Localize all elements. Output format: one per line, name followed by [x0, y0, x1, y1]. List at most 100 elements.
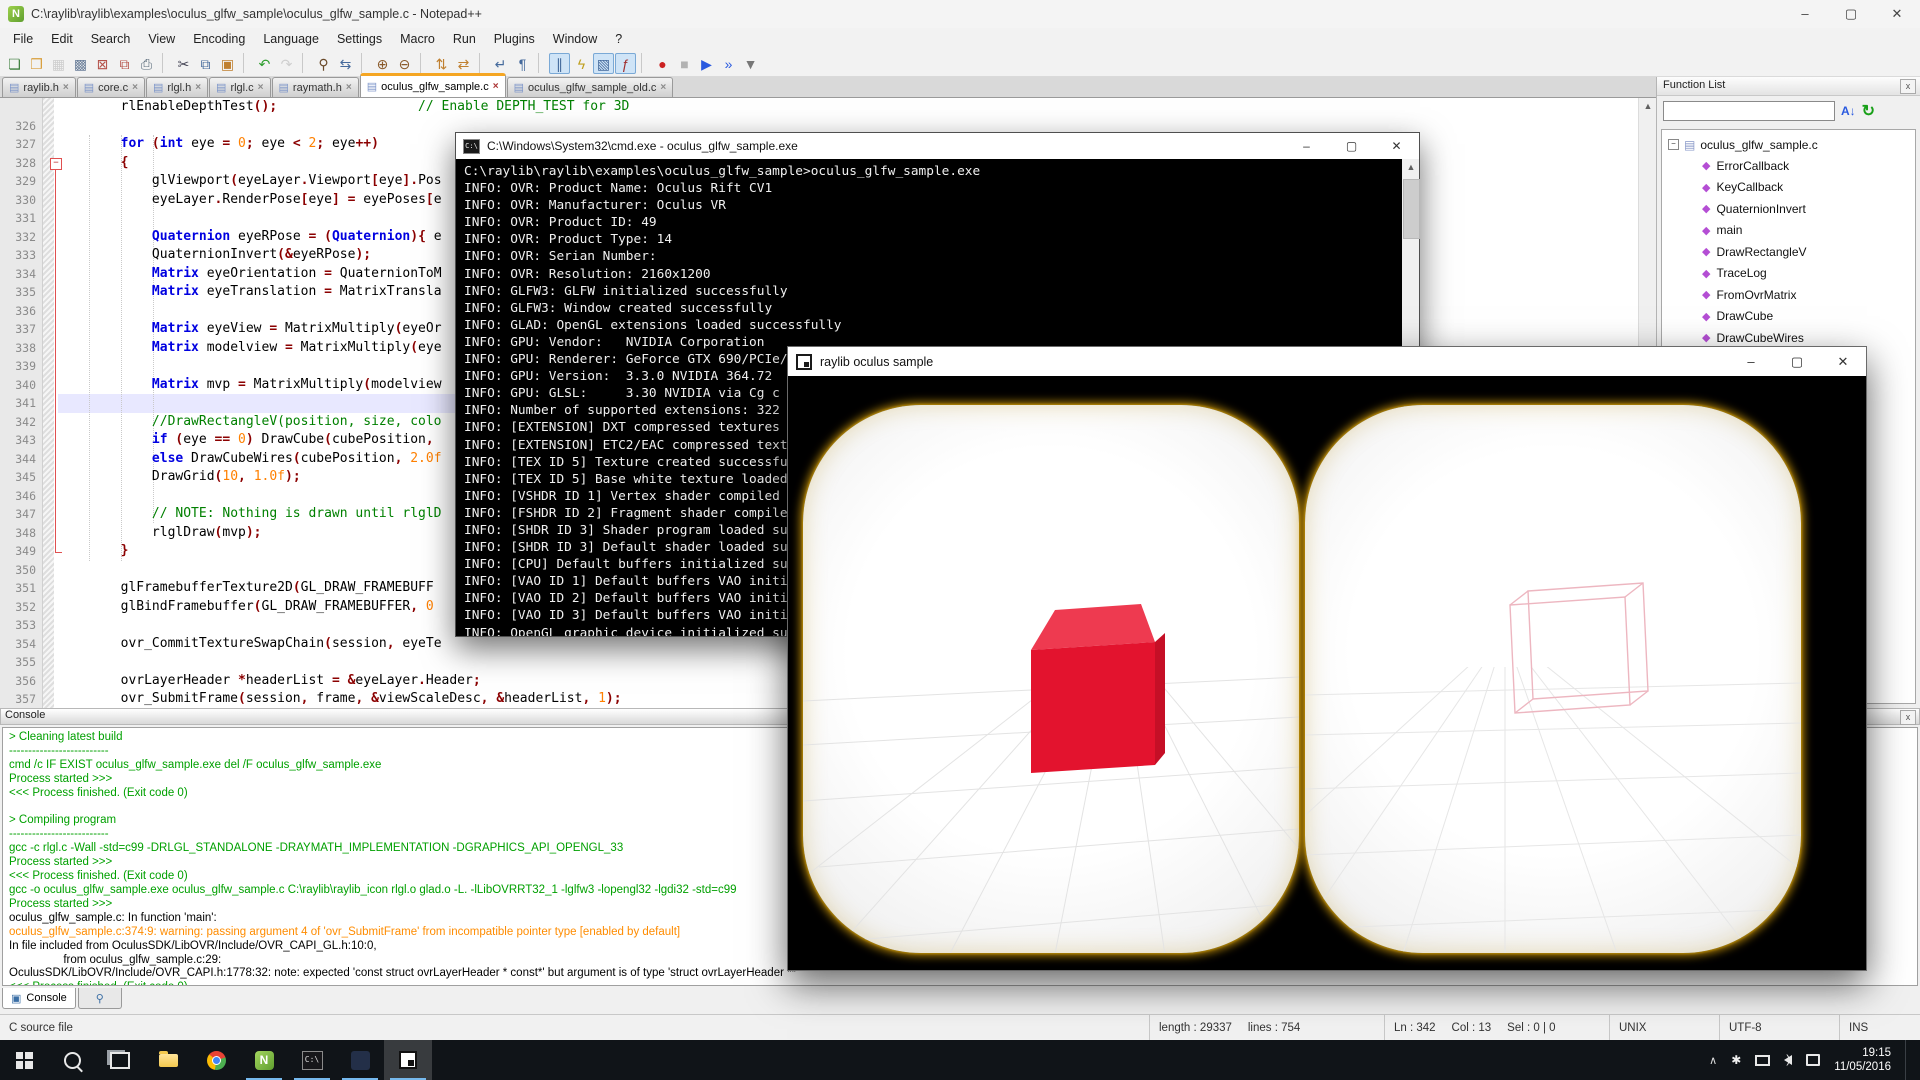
- taskbar-chrome[interactable]: [192, 1040, 240, 1080]
- close-all-button[interactable]: ⧉: [114, 53, 135, 74]
- console-secondary-tab[interactable]: ⚲: [78, 988, 122, 1009]
- word-wrap-button[interactable]: ↵: [490, 53, 511, 74]
- function-item-KeyCallback[interactable]: ◆ KeyCallback: [1662, 177, 1915, 199]
- function-item-DrawRectangleV[interactable]: ◆ DrawRectangleV: [1662, 241, 1915, 263]
- macro-stop-button[interactable]: ■: [674, 53, 695, 74]
- menu-item-view[interactable]: View: [139, 28, 184, 50]
- macro-record-button[interactable]: ●: [652, 53, 673, 74]
- tab-close-icon[interactable]: ×: [132, 82, 138, 93]
- refresh-icon[interactable]: ↻: [1862, 101, 1875, 121]
- tray-pen-icon[interactable]: ✱: [1731, 1053, 1741, 1067]
- function-item-ErrorCallback[interactable]: ◆ ErrorCallback: [1662, 155, 1915, 177]
- menu-item-edit[interactable]: Edit: [42, 28, 82, 50]
- cmd-maximize-icon[interactable]: ▢: [1329, 133, 1374, 159]
- menu-item-run[interactable]: Run: [444, 28, 485, 50]
- menu-item-settings[interactable]: Settings: [328, 28, 391, 50]
- zoom-in-button[interactable]: ⊕: [372, 53, 393, 74]
- taskbar-clock[interactable]: 19:15 11/05/2016: [1834, 1046, 1891, 1074]
- menu-item-encoding[interactable]: Encoding: [184, 28, 254, 50]
- document-map-button[interactable]: ▧: [593, 53, 614, 74]
- menu-item-window[interactable]: Window: [544, 28, 606, 50]
- function-list-toggle-button[interactable]: ƒ: [615, 53, 636, 74]
- network-icon[interactable]: [1755, 1055, 1770, 1066]
- raylib-close-icon[interactable]: ✕: [1820, 347, 1866, 376]
- open-file-button[interactable]: ❒: [26, 53, 47, 74]
- taskbar-dark-app[interactable]: [336, 1040, 384, 1080]
- console-close-icon[interactable]: x: [1900, 710, 1916, 725]
- copy-button[interactable]: ⧉: [195, 53, 216, 74]
- function-tree-root[interactable]: − ▤ oculus_glfw_sample.c: [1662, 134, 1915, 155]
- menu-item-search[interactable]: Search: [82, 28, 140, 50]
- raylib-maximize-icon[interactable]: ▢: [1774, 347, 1820, 376]
- taskbar-search[interactable]: [48, 1040, 96, 1080]
- zoom-out-button[interactable]: ⊖: [394, 53, 415, 74]
- function-completion-button[interactable]: ϟ: [571, 53, 592, 74]
- tray-expand-icon[interactable]: ∧: [1709, 1054, 1717, 1067]
- close-button[interactable]: ⊠: [92, 53, 113, 74]
- tab-close-icon[interactable]: ×: [258, 82, 264, 93]
- function-item-main[interactable]: ◆ main: [1662, 220, 1915, 242]
- taskbar-start[interactable]: [0, 1040, 48, 1080]
- sync-scroll-v-button[interactable]: ⇅: [431, 53, 452, 74]
- tab-close-icon[interactable]: ×: [660, 82, 666, 93]
- macro-run-multiple-button[interactable]: »: [718, 53, 739, 74]
- tab-oculus_glfw_sample.c[interactable]: ▤ oculus_glfw_sample.c ×: [360, 73, 506, 97]
- console-tab[interactable]: ▣ Console: [2, 988, 76, 1009]
- function-item-DrawCube[interactable]: ◆ DrawCube: [1662, 306, 1915, 328]
- close-icon[interactable]: ✕: [1874, 0, 1920, 28]
- tab-rlgl.c[interactable]: ▤ rlgl.c ×: [209, 77, 270, 97]
- menu-item-?[interactable]: ?: [606, 28, 631, 50]
- function-item-QuaternionInvert[interactable]: ◆ QuaternionInvert: [1662, 198, 1915, 220]
- replace-button[interactable]: ⇆: [335, 53, 356, 74]
- taskbar-task-view[interactable]: [96, 1040, 144, 1080]
- show-all-characters-button[interactable]: ¶: [512, 53, 533, 74]
- save-all-button[interactable]: ▩: [70, 53, 91, 74]
- menu-item-plugins[interactable]: Plugins: [485, 28, 544, 50]
- find-button[interactable]: ⚲: [313, 53, 334, 74]
- raylib-minimize-icon[interactable]: –: [1728, 347, 1774, 376]
- tab-close-icon[interactable]: ×: [493, 81, 499, 92]
- tab-raymath.h[interactable]: ▤ raymath.h ×: [272, 77, 359, 97]
- taskbar-cmd[interactable]: C:\: [288, 1040, 336, 1080]
- menu-item-macro[interactable]: Macro: [391, 28, 444, 50]
- tab-raylib.h[interactable]: ▤ raylib.h ×: [2, 77, 76, 97]
- panel-close-icon[interactable]: x: [1900, 79, 1916, 94]
- undo-button[interactable]: ↶: [254, 53, 275, 74]
- indent-guide-button[interactable]: ∥: [549, 53, 570, 74]
- cut-button[interactable]: ✂: [173, 53, 194, 74]
- action-center-icon[interactable]: [1806, 1054, 1820, 1066]
- save-button[interactable]: ▦: [48, 53, 69, 74]
- maximize-icon[interactable]: ▢: [1828, 0, 1874, 28]
- redo-button[interactable]: ↷: [276, 53, 297, 74]
- taskbar-file-explorer[interactable]: [144, 1040, 192, 1080]
- menu-item-file[interactable]: File: [4, 28, 42, 50]
- tab-rlgl.h[interactable]: ▤ rlgl.h ×: [146, 77, 208, 97]
- function-item-TraceLog[interactable]: ◆ TraceLog: [1662, 263, 1915, 285]
- tab-oculus_glfw_sample_old.c[interactable]: ▤ oculus_glfw_sample_old.c ×: [507, 77, 674, 97]
- minimize-icon[interactable]: –: [1782, 0, 1828, 28]
- scroll-up-icon[interactable]: ▲: [1639, 98, 1657, 115]
- cmd-scroll-up-icon[interactable]: ▲: [1402, 159, 1420, 176]
- sync-scroll-h-button[interactable]: ⇄: [453, 53, 474, 74]
- status-typing-mode[interactable]: INS: [1840, 1015, 1920, 1040]
- new-file-button[interactable]: ❏: [4, 53, 25, 74]
- function-search-input[interactable]: [1663, 101, 1835, 121]
- status-eol-format[interactable]: UNIX: [1610, 1015, 1720, 1040]
- fold-collapse-icon[interactable]: −: [50, 158, 62, 170]
- print-button[interactable]: ⎙: [136, 53, 157, 74]
- tab-core.c[interactable]: ▤ core.c ×: [77, 77, 145, 97]
- function-item-FromOvrMatrix[interactable]: ◆ FromOvrMatrix: [1662, 284, 1915, 306]
- show-desktop-button[interactable]: [1905, 1040, 1910, 1080]
- status-encoding[interactable]: UTF-8: [1720, 1015, 1840, 1040]
- cmd-scrollbar-thumb[interactable]: [1403, 179, 1420, 239]
- tab-close-icon[interactable]: ×: [63, 82, 69, 93]
- cmd-close-icon[interactable]: ✕: [1374, 133, 1419, 159]
- taskbar-raylib-sample[interactable]: [384, 1040, 432, 1080]
- tab-close-icon[interactable]: ×: [346, 82, 352, 93]
- macro-play-button[interactable]: ▶: [696, 53, 717, 74]
- macro-save-button[interactable]: ▼: [740, 53, 761, 74]
- sort-az-icon[interactable]: A↓: [1841, 104, 1856, 118]
- cmd-minimize-icon[interactable]: –: [1284, 133, 1329, 159]
- taskbar-notepad-plus-plus[interactable]: N: [240, 1040, 288, 1080]
- volume-icon[interactable]: [1784, 1055, 1792, 1065]
